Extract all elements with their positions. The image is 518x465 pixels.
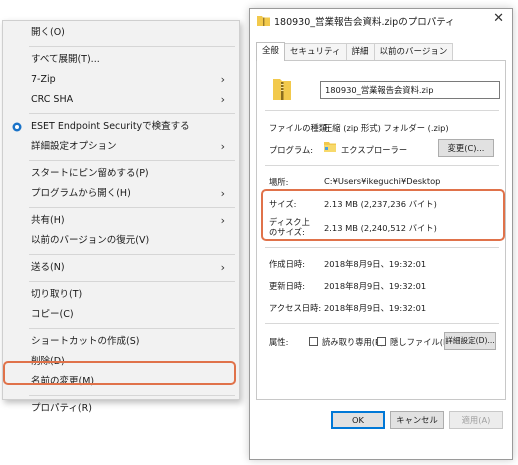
menu-item-label: 削除(D) xyxy=(31,356,65,367)
accessed-label: アクセス日時: xyxy=(269,303,322,313)
menu-item-crc-sha[interactable]: CRC SHA › xyxy=(3,90,239,110)
menu-item-cut[interactable]: 切り取り(T) xyxy=(3,285,239,305)
menu-item-label: 共有(H) xyxy=(31,215,65,226)
general-pane: 180930_営業報告会資料.zip ファイルの種類: 圧縮 (zip 形式) … xyxy=(256,60,506,400)
readonly-checkbox[interactable] xyxy=(309,337,318,346)
chevron-right-icon: › xyxy=(220,214,225,227)
divider xyxy=(265,165,499,166)
menu-item-rename[interactable]: 名前の変更(M) xyxy=(3,372,239,392)
menu-item-copy[interactable]: コピー(C) xyxy=(3,305,239,325)
menu-item-properties[interactable]: プロパティ(R) xyxy=(3,399,239,419)
menu-separator xyxy=(29,395,235,396)
tab-strip: 全般 セキュリティ 詳細 以前のバージョン xyxy=(256,42,454,61)
menu-separator xyxy=(29,281,235,282)
menu-separator xyxy=(29,113,235,114)
apply-button[interactable]: 適用(A) xyxy=(449,411,503,429)
zip-folder-icon xyxy=(257,16,270,26)
menu-item-label: ESET Endpoint Securityで検査する xyxy=(31,121,190,132)
menu-item-label: 7-Zip xyxy=(31,74,56,85)
type-label: ファイルの種類: xyxy=(269,123,330,133)
menu-item-label: 開く(O) xyxy=(31,27,65,38)
explorer-icon xyxy=(324,142,336,152)
chevron-right-icon: › xyxy=(220,73,225,86)
menu-item-label: 詳細設定オプション xyxy=(31,141,117,152)
tab-general[interactable]: 全般 xyxy=(256,42,286,61)
advanced-button[interactable]: 詳細設定(D)... xyxy=(444,332,496,350)
menu-item-label: コピー(C) xyxy=(31,309,74,320)
hidden-checkbox[interactable] xyxy=(377,337,386,346)
divider xyxy=(265,323,499,324)
chevron-right-icon: › xyxy=(220,187,225,200)
menu-item-label: スタートにピン留めする(P) xyxy=(31,168,149,179)
zip-file-icon xyxy=(273,79,291,100)
menu-item-label: プロパティ(R) xyxy=(31,403,92,414)
menu-item-open-with[interactable]: プログラムから開く(H) › xyxy=(3,184,239,204)
menu-item-label: プログラムから開く(H) xyxy=(31,188,131,199)
context-menu: 開く(O) すべて展開(T)... 7-Zip › CRC SHA › ESET E… xyxy=(2,20,240,414)
menu-separator xyxy=(29,207,235,208)
menu-item-label: 送る(N) xyxy=(31,262,65,273)
menu-separator xyxy=(29,328,235,329)
chevron-right-icon: › xyxy=(220,261,225,274)
menu-item-share[interactable]: 共有(H) › xyxy=(3,211,239,231)
created-value: 2018年8月9日、19:32:01 xyxy=(324,259,427,269)
menu-item-send-to[interactable]: 送る(N) › xyxy=(3,258,239,278)
attributes-label: 属性: xyxy=(269,337,289,347)
ok-button[interactable]: OK xyxy=(331,411,385,429)
menu-item-advanced-options[interactable]: 詳細設定オプション › xyxy=(3,137,239,157)
location-value: C:¥Users¥ikeguchi¥Desktop xyxy=(324,176,441,186)
cancel-button[interactable]: キャンセル xyxy=(390,411,444,429)
menu-item-label: ショートカットの作成(S) xyxy=(31,336,140,347)
divider xyxy=(265,247,499,248)
menu-item-label: すべて展開(T)... xyxy=(31,54,100,65)
dialog-title: 180930_営業報告会資料.zipのプロパティ xyxy=(274,17,455,28)
menu-item-label: 名前の変更(M) xyxy=(31,376,95,387)
menu-item-label: CRC SHA xyxy=(31,94,74,105)
divider xyxy=(265,110,499,111)
menu-item-extract-all[interactable]: すべて展開(T)... xyxy=(3,50,239,70)
menu-item-label: 以前のバージョンの復元(V) xyxy=(31,235,150,246)
menu-item-restore-previous[interactable]: 以前のバージョンの復元(V) xyxy=(3,231,239,251)
menu-item-7zip[interactable]: 7-Zip › xyxy=(3,70,239,90)
change-button[interactable]: 変更(C)... xyxy=(438,139,494,157)
menu-item-label: 切り取り(T) xyxy=(31,289,83,300)
menu-separator xyxy=(29,46,235,47)
tab-security[interactable]: セキュリティ xyxy=(284,43,347,61)
type-value: 圧縮 (zip 形式) フォルダー (.zip) xyxy=(324,123,449,133)
modified-value: 2018年8月9日、19:32:01 xyxy=(324,281,427,291)
chevron-right-icon: › xyxy=(220,140,225,153)
menu-item-delete[interactable]: 削除(D) xyxy=(3,352,239,372)
menu-item-eset-scan[interactable]: ESET Endpoint Securityで検査する xyxy=(3,117,239,137)
eset-icon xyxy=(12,122,22,132)
chevron-right-icon: › xyxy=(220,93,225,106)
menu-item-open[interactable]: 開く(O) xyxy=(3,23,239,43)
modified-label: 更新日時: xyxy=(269,281,305,291)
file-name-field[interactable]: 180930_営業報告会資料.zip xyxy=(320,81,500,99)
menu-item-create-shortcut[interactable]: ショートカットの作成(S) xyxy=(3,332,239,352)
menu-separator xyxy=(29,254,235,255)
tab-details[interactable]: 詳細 xyxy=(345,43,375,61)
accessed-value: 2018年8月9日、19:32:01 xyxy=(324,303,427,313)
title-bar: 180930_営業報告会資料.zipのプロパティ ✕ xyxy=(250,9,512,34)
program-value: エクスプローラー xyxy=(341,145,408,155)
tab-previous-versions[interactable]: 以前のバージョン xyxy=(373,43,454,61)
size-highlight-frame xyxy=(261,189,505,241)
close-icon[interactable]: ✕ xyxy=(493,11,504,26)
properties-dialog: 180930_営業報告会資料.zipのプロパティ ✕ 全般 セキュリティ 詳細 … xyxy=(249,8,513,460)
readonly-label[interactable]: 読み取り専用(R) xyxy=(322,336,384,348)
created-label: 作成日時: xyxy=(269,259,305,269)
menu-separator xyxy=(29,160,235,161)
menu-item-pin-to-start[interactable]: スタートにピン留めする(P) xyxy=(3,164,239,184)
program-label: プログラム: xyxy=(269,145,314,155)
location-label: 場所: xyxy=(269,177,289,187)
